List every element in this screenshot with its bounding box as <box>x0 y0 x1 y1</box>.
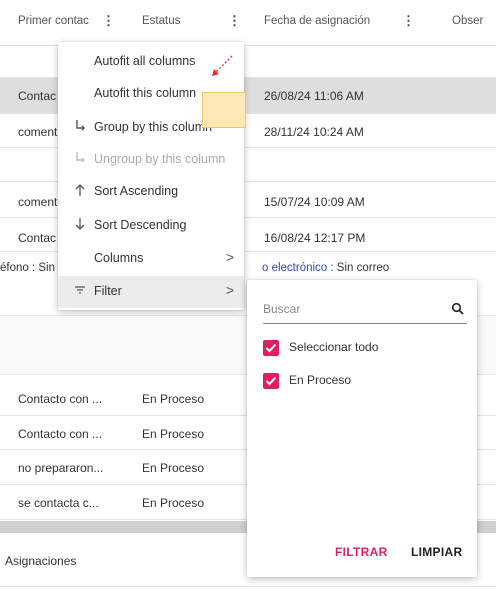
cell-primer-contacto: Contacto con ... <box>18 427 103 441</box>
menu-item-label: Autofit this column <box>94 86 197 100</box>
cell-primer-contacto: no prepararon... <box>18 461 104 475</box>
cell-fecha: 15/07/24 10:09 AM <box>264 195 365 209</box>
cell-fecha: 28/11/24 10:24 AM <box>264 125 364 139</box>
menu-item-label: Group by this column <box>94 120 213 134</box>
filter-icon <box>73 283 87 299</box>
cell-primer-contacto: coment <box>18 125 58 139</box>
menu-item-sort-ascending[interactable]: Sort Ascending <box>58 176 244 208</box>
menu-item-label: Ungroup by this column <box>94 152 226 166</box>
ungroup-icon <box>73 151 87 167</box>
header-primer-contacto[interactable]: Primer contac <box>18 15 89 27</box>
arrow-up-icon <box>73 183 87 199</box>
menu-item-columns[interactable]: Columns > <box>58 243 244 275</box>
menu-item-label: Autofit all columns <box>94 54 196 68</box>
filter-button[interactable]: FILTRAR <box>335 545 388 559</box>
clear-button[interactable]: LIMPIAR <box>411 545 462 559</box>
menu-item-sort-descending[interactable]: Sort Descending <box>58 210 244 242</box>
cell-estatus: En Proceso <box>142 496 205 510</box>
column-menu: Autofit all columns Autofit this column … <box>58 42 244 310</box>
menu-item-filter[interactable]: Filter > <box>58 276 244 308</box>
menu-item-label: Sort Ascending <box>94 184 179 198</box>
filter-panel: Seleccionar todo En Proceso FILTRAR LIMP… <box>247 280 477 577</box>
click-marker <box>202 92 246 128</box>
group-icon <box>73 119 87 135</box>
menu-item-label: Columns <box>94 251 144 265</box>
grid-header: Primer contac ⋮ Estatus ⋮ Fecha de asign… <box>0 0 496 46</box>
option-label: En Proceso <box>289 373 352 387</box>
search-input[interactable] <box>263 302 443 316</box>
cell-estatus: En Proceso <box>142 392 205 406</box>
chevron-right-icon: > <box>225 282 234 298</box>
header-observaciones[interactable]: Obser <box>452 15 483 27</box>
cell-estatus: En Proceso <box>142 427 205 441</box>
menu-item-label: Filter <box>94 284 122 298</box>
cell-primer-contacto: Contac <box>18 89 57 103</box>
detail-email-text: : Sin correo <box>327 262 390 274</box>
column-menu-icon[interactable]: ⋮ <box>228 13 241 29</box>
option-label: Seleccionar todo <box>289 340 379 354</box>
cell-estatus: En Proceso <box>142 461 205 475</box>
checkbox-checked[interactable] <box>263 373 279 389</box>
pointer-arrow-icon <box>212 55 233 76</box>
arrow-down-icon <box>73 217 87 233</box>
chevron-right-icon: > <box>225 249 234 265</box>
divider <box>0 586 496 587</box>
cell-primer-contacto: Contacto con ... <box>18 392 103 406</box>
header-estatus[interactable]: Estatus <box>142 15 180 27</box>
option-en-proceso[interactable]: En Proceso <box>263 371 463 391</box>
footer-title: Asignaciones <box>5 554 77 568</box>
option-select-all[interactable]: Seleccionar todo <box>263 338 463 358</box>
header-fecha-asignacion[interactable]: Fecha de asignación <box>264 15 370 27</box>
detail-phone-text: éfono : Sin <box>0 262 55 274</box>
column-menu-icon[interactable]: ⋮ <box>102 13 115 29</box>
cell-primer-contacto: Contac <box>18 231 57 245</box>
cell-fecha: 26/08/24 11:06 AM <box>264 89 364 103</box>
search-icon[interactable] <box>451 302 465 316</box>
checkbox-checked[interactable] <box>263 340 279 356</box>
cell-primer-contacto: se contacta c... <box>18 496 99 510</box>
column-menu-icon[interactable]: ⋮ <box>402 13 415 29</box>
cell-primer-contacto: coment <box>18 195 58 209</box>
search-field[interactable] <box>263 298 467 324</box>
menu-item-label: Sort Descending <box>94 218 187 232</box>
menu-item-ungroup: Ungroup by this column <box>58 144 244 176</box>
cell-fecha: 16/08/24 12:17 PM <box>264 231 366 245</box>
email-link[interactable]: o electrónico <box>262 262 327 274</box>
